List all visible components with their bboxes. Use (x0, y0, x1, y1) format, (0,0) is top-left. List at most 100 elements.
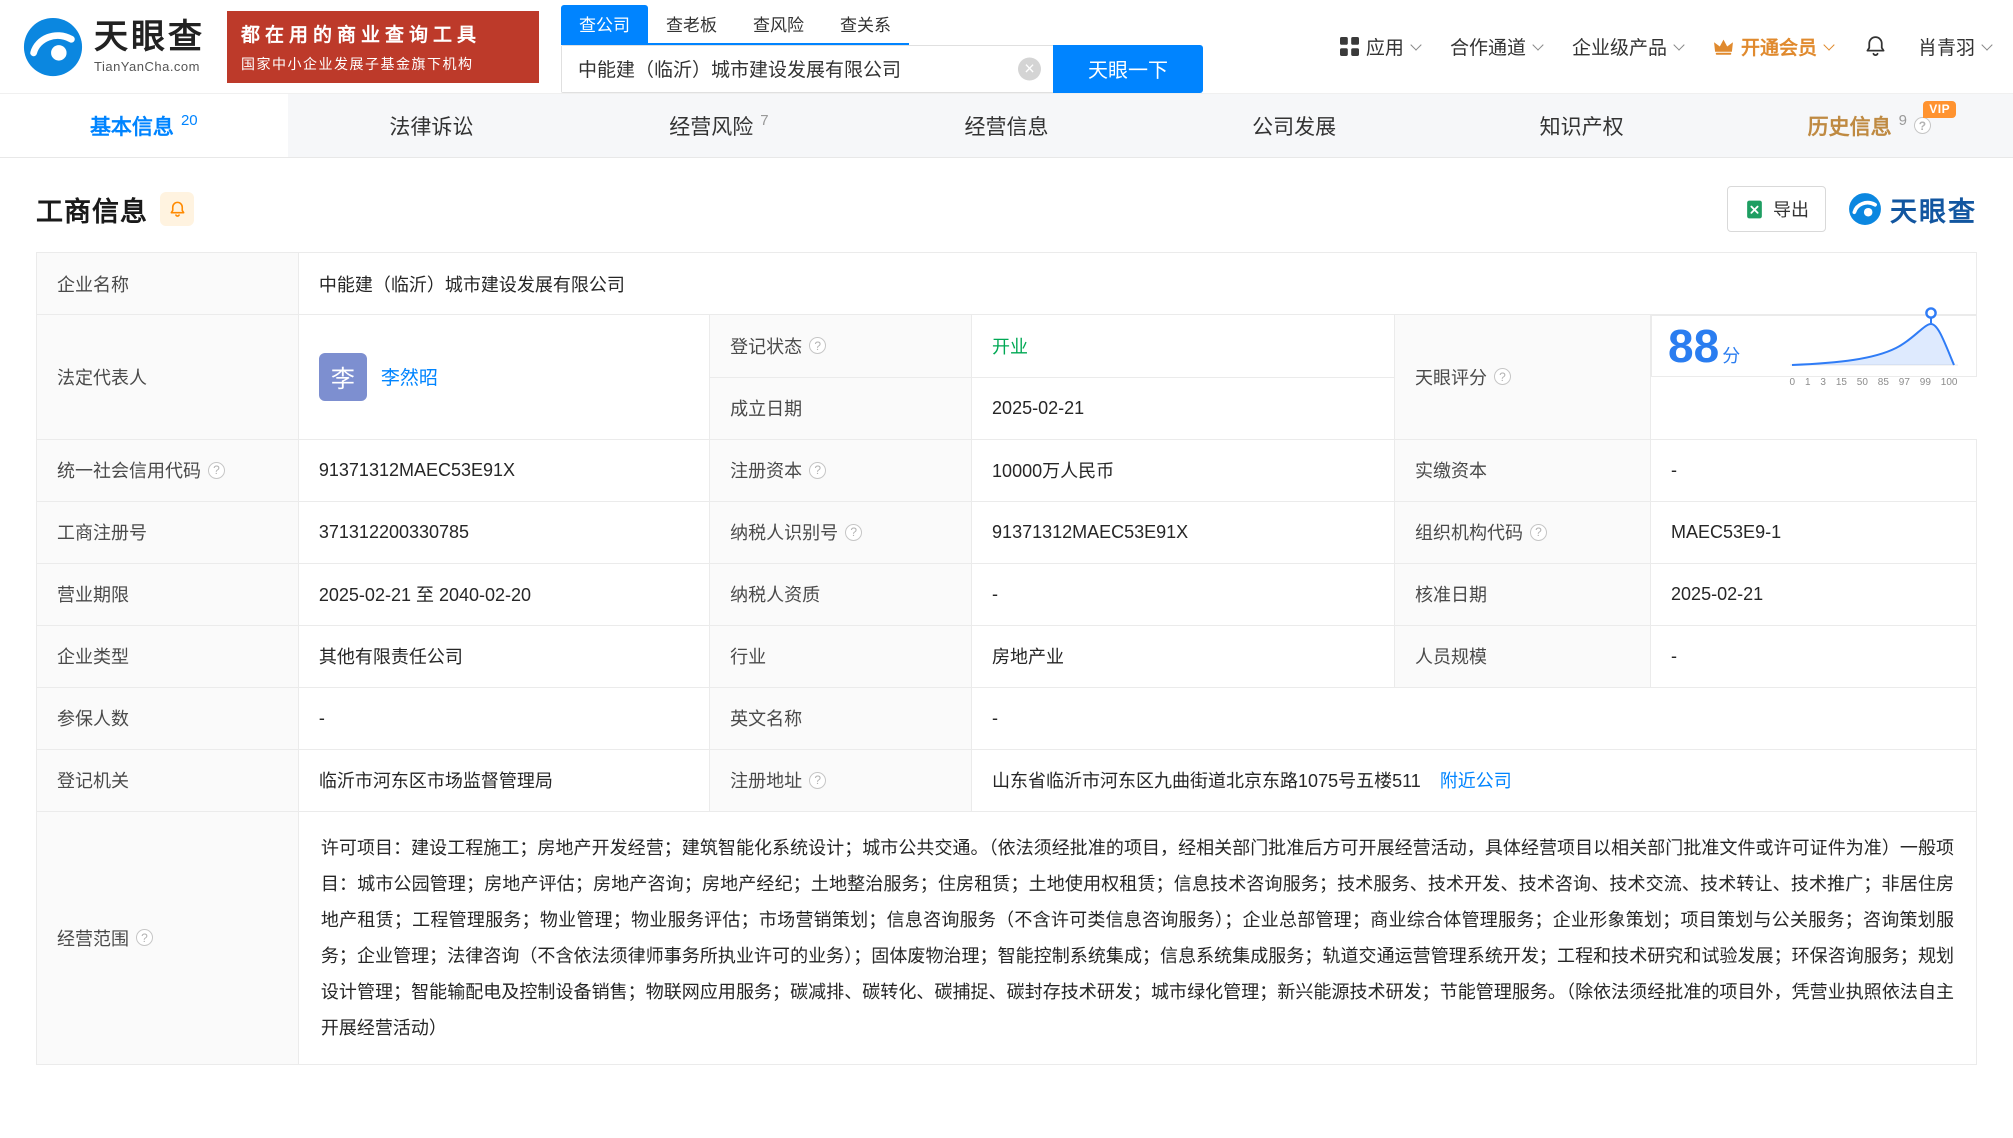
tab-company-development[interactable]: 公司发展 (1150, 94, 1438, 157)
nav-label: 开通会员 (1740, 38, 1817, 59)
credit-code-value: 91371312MAEC53E91X (297, 438, 711, 502)
help-icon[interactable] (809, 771, 827, 789)
section-header: 工商信息 导出 天眼查 (36, 186, 1977, 232)
tab-label: 经营信息 (964, 115, 1049, 139)
search-tab-label: 查老板 (666, 15, 717, 35)
nav-apps[interactable]: 应用 (1339, 33, 1422, 60)
help-icon[interactable] (1913, 117, 1931, 134)
search-tab-relation[interactable]: 查关系 (822, 5, 909, 43)
top-nav: 应用 合作通道 企业级产品 开通会员 肖青羽 (1339, 33, 1993, 60)
search-tab-boss[interactable]: 查老板 (648, 5, 735, 43)
logo-text: 天眼查 TianYanCha.com (94, 18, 205, 74)
search-tabs: 查公司 查老板 查风险 查关系 (561, 4, 909, 45)
search-tab-risk[interactable]: 查风险 (735, 5, 822, 43)
export-button[interactable]: 导出 (1727, 186, 1826, 232)
table-row: 工商注册号 371312200330785 纳税人识别号 91371312MAE… (36, 500, 1977, 564)
tab-legal-litigation[interactable]: 法律诉讼 (288, 94, 576, 157)
staff-size-value: - (1650, 624, 1977, 688)
insured-count-value: - (297, 686, 711, 750)
help-icon[interactable] (1529, 523, 1547, 541)
credit-code-label: 统一社会信用代码 (36, 438, 299, 502)
search-area: 查公司 查老板 查风险 查关系 天眼一下 (561, 1, 1203, 93)
approval-date-value: 2025-02-21 (1650, 562, 1977, 626)
tab-history-info[interactable]: VIP 历史信息 9 (1725, 94, 2013, 157)
reg-address-value: 山东省临沂市河东区九曲街道北京东路1075号五楼511 附近公司 (971, 748, 1977, 812)
english-name-value: - (971, 686, 1977, 750)
nearby-companies-link[interactable]: 附近公司 (1440, 771, 1512, 791)
nav-open-vip[interactable]: 开通会员 (1713, 33, 1835, 60)
company-type-value: 其他有限责任公司 (297, 624, 711, 688)
subscribe-bell-icon[interactable] (160, 192, 194, 226)
taxpayer-id-label: 纳税人识别号 (709, 500, 973, 564)
search-input[interactable] (562, 45, 1053, 92)
legal-rep-label: 法定代表人 (36, 314, 299, 440)
clear-search-icon[interactable] (1018, 57, 1041, 80)
company-section-tabs: 基本信息 20 法律诉讼 经营风险 7 经营信息 公司发展 知识产权 VIP 历… (0, 94, 2013, 158)
score-distribution-chart: 0 1 3 15 50 85 97 99 100 (1788, 305, 1960, 388)
legal-rep-link[interactable]: 李然昭 (381, 363, 438, 390)
english-name-label: 英文名称 (709, 686, 973, 750)
nav-user-menu[interactable]: 肖青羽 (1918, 33, 1993, 60)
business-scope-value: 许可项目：建设工程施工；房地产开发经营；建筑智能化系统设计；城市公共交通。（依法… (297, 810, 1978, 1065)
industry-value: 房地产业 (971, 624, 1395, 688)
page-title: 工商信息 (36, 196, 148, 227)
legal-rep-value: 李 李然昭 (297, 314, 711, 440)
taxpayer-quality-label: 纳税人资质 (709, 562, 973, 626)
score-value: 88 分 0 1 3 15 50 85 97 99 100 (1651, 306, 1977, 388)
nav-enterprise-products[interactable]: 企业级产品 (1571, 33, 1685, 60)
tab-label: 历史信息 (1807, 115, 1892, 139)
company-name-value: 中能建（临沂）城市建设发展有限公司 (297, 252, 1978, 315)
nav-label: 合作通道 (1449, 38, 1526, 59)
table-row: 登记机关 临沂市河东区市场监督管理局 注册地址 山东省临沂市河东区九曲街道北京东… (36, 748, 1977, 812)
brand-watermark-text: 天眼查 (1890, 196, 1977, 227)
reg-authority-label: 登记机关 (36, 748, 299, 812)
search-tab-label: 查风险 (753, 15, 804, 35)
excel-export-icon (1744, 199, 1765, 220)
tab-business-info[interactable]: 经营信息 (863, 94, 1151, 157)
paid-capital-label: 实缴资本 (1393, 438, 1652, 502)
paid-capital-value: - (1650, 438, 1977, 502)
nav-partnership[interactable]: 合作通道 (1449, 33, 1544, 60)
avatar[interactable]: 李 (318, 352, 367, 401)
tab-count: 7 (760, 112, 769, 129)
help-icon[interactable] (1493, 368, 1511, 386)
help-icon[interactable] (208, 461, 225, 479)
table-row: 法定代表人 李 李然昭 登记状态 ? 开业 天眼评分 ? 88 分 0 1 3 … (36, 306, 1977, 440)
chevron-down-icon (1673, 38, 1685, 51)
site-logo[interactable]: 天眼查 TianYanCha.com (22, 16, 205, 78)
tab-label: 知识产权 (1539, 115, 1624, 139)
chevron-down-icon (1981, 38, 1993, 51)
table-row: 营业期限 2025-02-21 至 2040-02-20 纳税人资质 - 核准日… (36, 562, 1977, 626)
tab-count: 9 (1898, 112, 1907, 129)
section-header-right: 导出 天眼查 (1727, 186, 1977, 232)
score-number: 88 分 (1668, 320, 1741, 372)
taxpayer-quality-value: - (971, 562, 1395, 626)
help-icon[interactable] (136, 929, 153, 946)
tianyancha-company-page: 天眼查 TianYanCha.com 都在用的商业查询工具 国家中小企业发展子基… (0, 0, 2013, 1138)
help-icon[interactable] (809, 461, 827, 479)
search-button[interactable]: 天眼一下 (1053, 44, 1203, 93)
taxpayer-id-value: 91371312MAEC53E91X (971, 500, 1395, 564)
search-tab-company[interactable]: 查公司 (561, 4, 648, 43)
reg-capital-label: 注册资本 (709, 438, 973, 502)
tab-operating-risk[interactable]: 经营风险 7 (575, 94, 863, 157)
company-type-label: 企业类型 (36, 624, 299, 688)
reg-capital-value: 10000万人民币 (971, 438, 1395, 502)
brand-watermark: 天眼查 (1848, 190, 1977, 229)
tianyancha-eye-icon (23, 17, 83, 76)
table-row: 企业类型 其他有限责任公司 行业 房地产业 人员规模 - (36, 624, 1977, 688)
tab-intellectual-property[interactable]: 知识产权 (1438, 94, 1726, 157)
business-scope-label: 经营范围 (36, 810, 299, 1065)
notification-bell-icon[interactable] (1863, 34, 1888, 59)
nav-label: 应用 (1365, 38, 1404, 59)
establish-date-value: 2025-02-21 (971, 376, 1395, 440)
reg-authority-value: 临沂市河东区市场监督管理局 (297, 748, 711, 812)
insured-count-label: 参保人数 (36, 686, 299, 750)
help-icon[interactable] (845, 523, 863, 541)
industry-label: 行业 (709, 624, 973, 688)
top-header: 天眼查 TianYanCha.com 都在用的商业查询工具 国家中小企业发展子基… (0, 0, 2013, 94)
tab-basic-info[interactable]: 基本信息 20 (0, 94, 288, 157)
table-row: 经营范围 许可项目：建设工程施工；房地产开发经营；建筑智能化系统设计；城市公共交… (36, 810, 1978, 1065)
nav-label: 企业级产品 (1571, 38, 1667, 59)
help-icon[interactable] (809, 337, 827, 355)
